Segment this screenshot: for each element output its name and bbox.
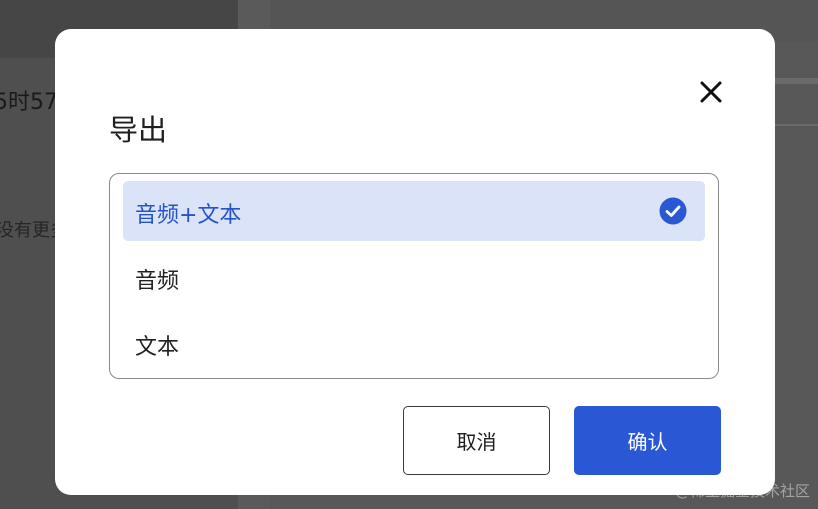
option-label: 文本	[135, 335, 180, 360]
option-label: 音频+文本	[135, 203, 242, 228]
dialog-title: 导出	[109, 113, 168, 147]
option-audio[interactable]: 音频	[123, 247, 705, 307]
confirm-button[interactable]: 确认	[574, 406, 721, 475]
export-option-list: 音频+文本 音频 文本	[109, 173, 719, 379]
close-icon	[700, 81, 722, 103]
option-audio-text[interactable]: 音频+文本	[123, 181, 705, 241]
background-right-bar	[775, 78, 818, 84]
cancel-button[interactable]: 取消	[403, 406, 550, 475]
watermark: @稀土掘金技术社区	[674, 482, 810, 500]
option-label: 音频	[135, 269, 180, 294]
option-text[interactable]: 文本	[123, 313, 705, 373]
close-button[interactable]	[695, 76, 727, 108]
export-dialog: 导出 音频+文本 音频 文本 取消 确认	[55, 29, 775, 495]
check-circle-icon	[659, 197, 687, 225]
background-right-line	[775, 124, 818, 126]
